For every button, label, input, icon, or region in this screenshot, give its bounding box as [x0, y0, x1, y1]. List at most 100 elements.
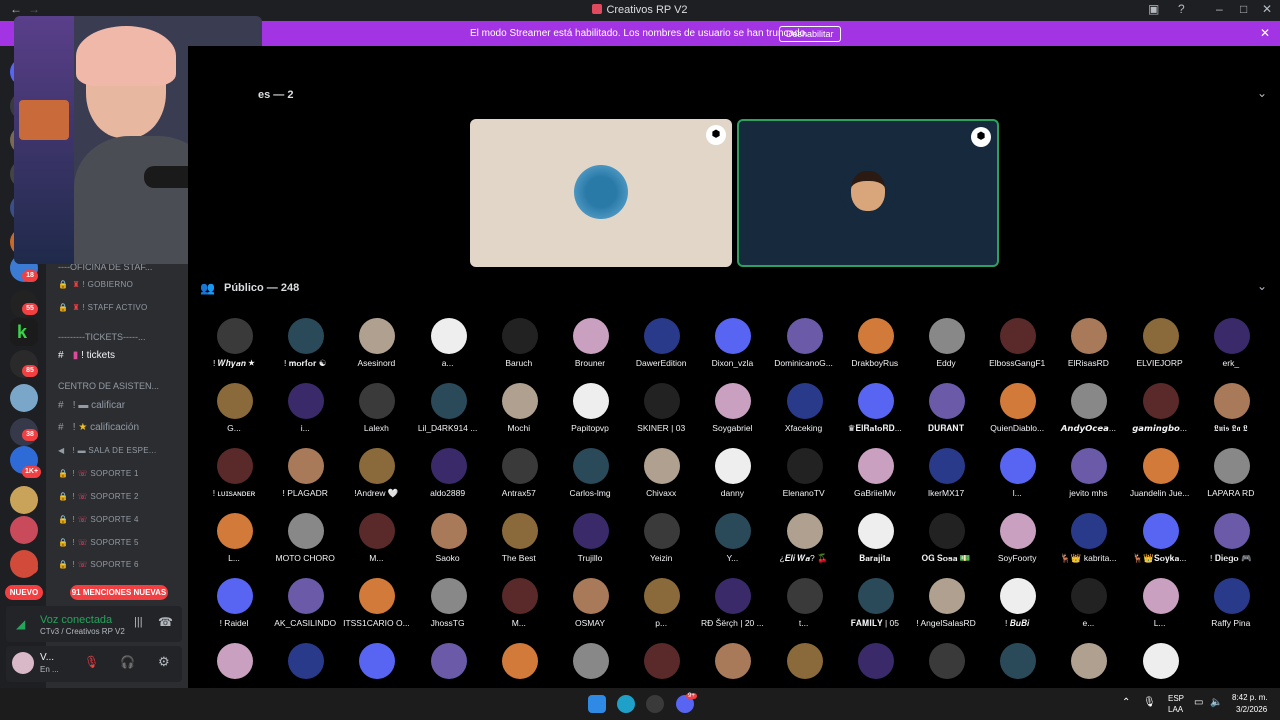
banner-close-icon[interactable]: ✕: [1260, 26, 1270, 40]
audience-member[interactable]: ♛𝐄𝐥𝐑𝐚𝐭𝐨𝐑𝐃...: [841, 383, 909, 445]
audience-member[interactable]: DawerEdition: [627, 318, 695, 380]
audience-member[interactable]: danny: [698, 448, 766, 510]
channel-item[interactable]: ◀ ! ▬ SALA DE ESPE...: [58, 446, 186, 462]
clock-date[interactable]: 3/2/2026: [1236, 705, 1267, 714]
audience-member[interactable]: Soygabriel: [698, 383, 766, 445]
audience-member[interactable]: L...: [200, 513, 268, 575]
close-window-button[interactable]: ✕: [1262, 2, 1272, 16]
audience-member[interactable]: Lalexh: [342, 383, 410, 445]
audience-member[interactable]: ElRisasRD: [1054, 318, 1122, 380]
speaker-tile[interactable]: ⬢: [470, 119, 732, 267]
audience-member[interactable]: Antrax57: [485, 448, 553, 510]
audience-member[interactable]: e...: [1054, 578, 1122, 640]
mic-icon[interactable]: 🎙: [1143, 697, 1156, 708]
audience-member[interactable]: 𝘼𝙣𝙙𝙮𝙊𝙘𝙚𝙖...: [1054, 383, 1122, 445]
audience-member[interactable]: Mochi: [485, 383, 553, 445]
new-mentions-pill[interactable]: 91 MENCIONES NUEVAS: [70, 585, 168, 600]
audience-member[interactable]: 𝙜𝙖𝙢𝙞𝙣𝙜𝙗𝙤...: [1126, 383, 1194, 445]
audience-member[interactable]: ELVIEJORP: [1126, 318, 1194, 380]
audience-member[interactable]: ! ʟᴜɪsᴀɴᴅᴇʀ: [200, 448, 268, 510]
audience-member[interactable]: GaBriielMv: [841, 448, 909, 510]
inbox-icon[interactable]: ▣: [1148, 2, 1159, 16]
edge-icon[interactable]: [617, 695, 635, 713]
audience-member[interactable]: aldo2889: [414, 448, 482, 510]
audience-member[interactable]: 🦌👑 kabrita...: [1054, 513, 1122, 575]
audience-member[interactable]: Dixon_vzla: [698, 318, 766, 380]
audience-member[interactable]: 𝐁𝐚𝐫𝐚𝐣𝐢𝐭𝐚: [841, 513, 909, 575]
channel-category[interactable]: ----OFICINA DE STAF...: [58, 262, 186, 278]
channel-item[interactable]: 🔒 ! ☏ SOPORTE 6: [58, 560, 186, 576]
minimize-button[interactable]: –: [1216, 2, 1223, 16]
audience-member[interactable]: The Best: [485, 513, 553, 575]
audience-member[interactable]: Asesinord: [342, 318, 410, 380]
audience-member[interactable]: 𝐎𝐆 𝐒𝐨𝐬𝐚 💵: [912, 513, 980, 575]
chevron-down-icon[interactable]: ⌄: [1257, 279, 1267, 293]
mute-mic-icon[interactable]: 🎙: [84, 655, 99, 669]
audience-member[interactable]: erk_: [1197, 318, 1265, 380]
gear-icon[interactable]: ⚙: [158, 654, 170, 670]
windows-start-icon[interactable]: [588, 695, 606, 713]
audience-member[interactable]: MOTO CHORO: [271, 513, 339, 575]
audience-member[interactable]: ¿𝑬𝒍𝒊 𝑾𝒂? 🍒: [770, 513, 838, 575]
volume-icon[interactable]: 🔈: [1210, 697, 1222, 708]
audience-member[interactable]: a...: [414, 318, 482, 380]
audience-member[interactable]: ElbossGangF1: [983, 318, 1051, 380]
audience-member[interactable]: DominicanoG...: [770, 318, 838, 380]
soundwave-icon[interactable]: |||: [134, 616, 143, 628]
audience-member[interactable]: M...: [485, 578, 553, 640]
channel-item[interactable]: 🔒 ♜ ! GOBIERNO: [58, 280, 186, 296]
audience-member[interactable]: SoyFoorty: [983, 513, 1051, 575]
audience-member[interactable]: ! AngelSalasRD: [912, 578, 980, 640]
channel-item-selected[interactable]: # ▮ ! tickets: [58, 350, 186, 366]
audience-member[interactable]: t...: [770, 578, 838, 640]
audience-member[interactable]: Papitopvp: [556, 383, 624, 445]
audience-member[interactable]: ! 𝐃𝐢𝐞𝐠𝐨 🎮: [1197, 513, 1265, 575]
language-code[interactable]: ESP: [1168, 694, 1184, 703]
audience-member[interactable]: ! 𝐦𝐨𝐫𝐟𝐨𝐫 ☯: [271, 318, 339, 380]
audience-member[interactable]: Raffy Pina: [1197, 578, 1265, 640]
maximize-button[interactable]: □: [1240, 2, 1247, 16]
audience-member[interactable]: AK_CASILINDO: [271, 578, 339, 640]
audience-member[interactable]: jevito mhs: [1054, 448, 1122, 510]
audience-member[interactable]: Yeizin: [627, 513, 695, 575]
speaker-tile[interactable]: ⬢: [737, 119, 999, 267]
audience-member[interactable]: LAPARA RD: [1197, 448, 1265, 510]
audience-member[interactable]: RÐ Šërçh | 20 ...: [698, 578, 766, 640]
audience-member[interactable]: Eddy: [912, 318, 980, 380]
channel-category[interactable]: CENTRO DE ASISTEN...: [58, 381, 186, 397]
audience-member[interactable]: Baruch: [485, 318, 553, 380]
channel-item[interactable]: 🔒 ! ☏ SOPORTE 2: [58, 492, 186, 508]
server-icon[interactable]: [10, 516, 38, 544]
audience-member[interactable]: G...: [200, 383, 268, 445]
channel-item[interactable]: 🔒 ! ☏ SOPORTE 5: [58, 538, 186, 554]
disable-button[interactable]: Deshabilitar: [779, 26, 841, 42]
help-icon[interactable]: ?: [1178, 2, 1185, 16]
chevron-up-icon[interactable]: ⌃: [1122, 697, 1130, 708]
audience-member[interactable]: !Andrew 🤍: [342, 448, 410, 510]
audience-member[interactable]: ! Raidel: [200, 578, 268, 640]
audience-member[interactable]: L...: [1126, 578, 1194, 640]
server-icon[interactable]: [10, 486, 38, 514]
audience-member[interactable]: 🦌👑𝐒𝐨𝐲𝐤𝐚...: [1126, 513, 1194, 575]
audience-member[interactable]: i...: [271, 383, 339, 445]
audience-member[interactable]: Carlos-lmg: [556, 448, 624, 510]
audience-member[interactable]: Saoko: [414, 513, 482, 575]
audience-member[interactable]: OSMAY: [556, 578, 624, 640]
channel-item[interactable]: 🔒 ♜ ! STAFF ACTIVO: [58, 303, 186, 319]
audience-member[interactable]: Chivaxx: [627, 448, 695, 510]
audience-member[interactable]: Juandelin Jue...: [1126, 448, 1194, 510]
audience-member[interactable]: ITSS1CARIO O...: [342, 578, 410, 640]
audience-member[interactable]: QuienDiablo...: [983, 383, 1051, 445]
audience-member[interactable]: ! 𝑾𝒉𝒚𝒂𝒏 ★: [200, 318, 268, 380]
channel-item[interactable]: # ! ★ calificación: [58, 422, 186, 438]
audience-member[interactable]: 𝐅𝐀𝐌𝐈𝐋𝐘 | 05: [841, 578, 909, 640]
audience-member[interactable]: ! 𝑩𝒖𝑩𝒊: [983, 578, 1051, 640]
channel-category[interactable]: ---------TICKETS-----...: [58, 332, 186, 348]
audience-member[interactable]: DrakboyRus: [841, 318, 909, 380]
channel-item[interactable]: 🔒 ! ☏ SOPORTE 1: [58, 469, 186, 485]
audience-member[interactable]: Xfaceking: [770, 383, 838, 445]
disconnect-icon[interactable]: ☎: [158, 615, 173, 629]
obs-icon[interactable]: [646, 695, 664, 713]
server-icon[interactable]: [10, 384, 38, 412]
chevron-down-icon[interactable]: ⌄: [1257, 86, 1267, 100]
